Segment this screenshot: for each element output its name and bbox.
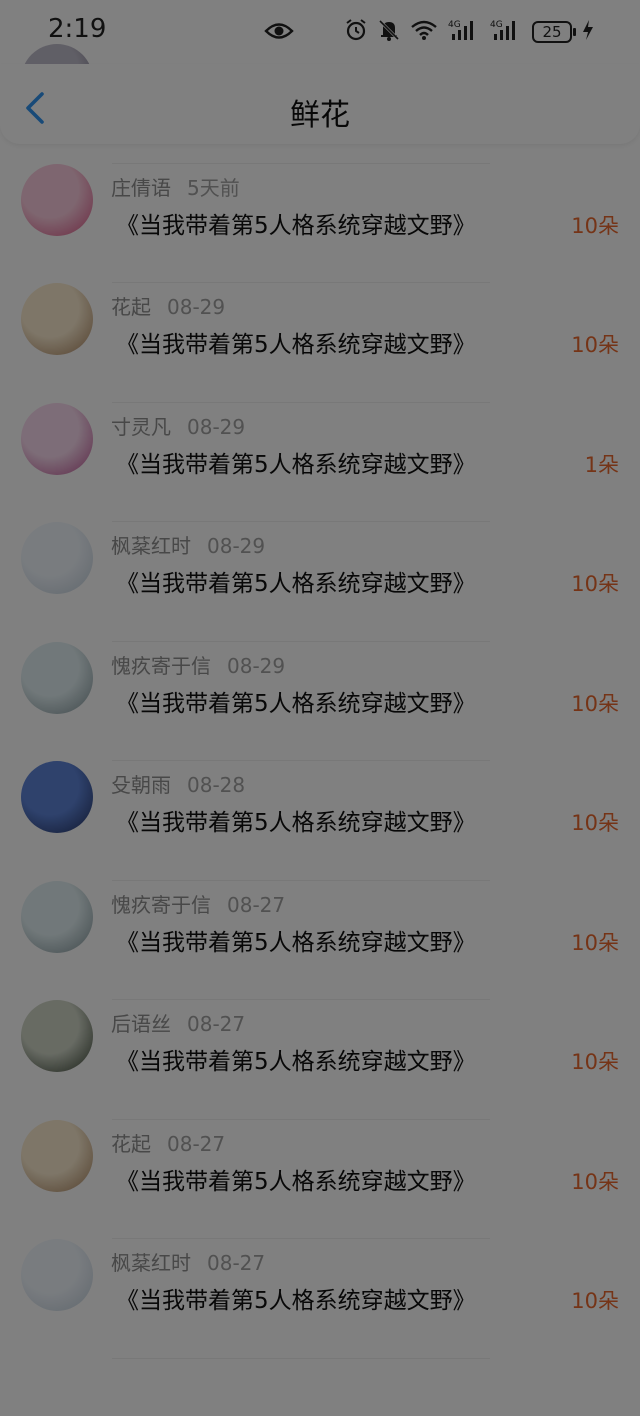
page-title: 鲜花 bbox=[290, 98, 350, 133]
sender-name: 愧疚寄于信 bbox=[111, 653, 211, 678]
avatar[interactable] bbox=[21, 641, 93, 714]
send-date: 08-29 bbox=[187, 414, 246, 439]
send-date: 08-27 bbox=[167, 1131, 226, 1156]
battery-indicator: 25 bbox=[532, 21, 576, 43]
sender-name: 愧疚寄于信 bbox=[111, 892, 211, 917]
avatar[interactable] bbox=[21, 1239, 93, 1311]
sender-meta: 愧疚寄于信 08-29 bbox=[111, 650, 285, 679]
signal-icon-2: 4G bbox=[490, 18, 522, 46]
list-item[interactable]: 庄倩语 5天前 《当我带着第5人格系统穿越文野》 10朵 bbox=[0, 163, 640, 284]
sender-meta: 愧疚寄于信 08-27 bbox=[111, 889, 285, 918]
sender-name: 枫棻红时 bbox=[111, 1251, 191, 1275]
flower-count: 10朵 bbox=[571, 213, 619, 238]
sender-name: 枫棻红时 bbox=[111, 534, 191, 558]
list-item[interactable]: 愧疚寄于信 08-29 《当我带着第5人格系统穿越文野》 10朵 bbox=[0, 641, 640, 762]
page: 2:19 4G 4G 25 庄倩语 5天前 《当我带着第5人格系统穿越文野》 1… bbox=[0, 0, 640, 1416]
sender-meta: 后语丝 08-27 bbox=[111, 1008, 245, 1037]
signal-icon: 4G bbox=[448, 18, 480, 46]
send-date: 08-27 bbox=[207, 1251, 266, 1275]
flower-count: 10朵 bbox=[571, 333, 619, 357]
sender-meta: 花起 08-29 bbox=[111, 291, 225, 320]
sender-name: 殳朝雨 bbox=[111, 773, 171, 797]
avatar[interactable] bbox=[21, 402, 93, 475]
avatar[interactable] bbox=[21, 283, 93, 355]
wifi-icon bbox=[410, 19, 438, 45]
book-title: 《当我带着第5人格系统穿越文野》 bbox=[116, 1049, 476, 1075]
send-date: 08-27 bbox=[227, 892, 286, 917]
send-date: 08-27 bbox=[187, 1012, 246, 1036]
avatar[interactable] bbox=[21, 522, 93, 594]
book-title: 《当我带着第5人格系统穿越文野》 bbox=[116, 810, 476, 836]
send-date: 08-28 bbox=[187, 773, 246, 797]
list-item[interactable]: 殳朝雨 08-28 《当我带着第5人格系统穿越文野》 10朵 bbox=[0, 761, 640, 881]
sender-name: 花起 bbox=[111, 295, 151, 319]
list-item[interactable]: 寸灵凡 08-29 《当我带着第5人格系统穿越文野》 1朵 bbox=[0, 402, 640, 523]
sender-name: 庄倩语 bbox=[111, 175, 171, 200]
sender-meta: 枫棻红时 08-27 bbox=[111, 1247, 265, 1276]
mute-bell-icon bbox=[378, 18, 400, 46]
book-title: 《当我带着第5人格系统穿越文野》 bbox=[116, 212, 476, 239]
avatar[interactable] bbox=[21, 163, 93, 236]
book-title: 《当我带着第5人格系统穿越文野》 bbox=[116, 929, 476, 956]
flower-count: 10朵 bbox=[571, 572, 619, 596]
list-item[interactable]: 花起 08-27 《当我带着第5人格系统穿越文野》 10朵 bbox=[0, 1119, 640, 1240]
sender-meta: 殳朝雨 08-28 bbox=[111, 769, 245, 798]
book-title: 《当我带着第5人格系统穿越文野》 bbox=[116, 451, 476, 478]
send-date: 08-29 bbox=[207, 534, 266, 558]
alarm-icon bbox=[344, 18, 368, 46]
flower-count: 10朵 bbox=[571, 811, 619, 835]
sender-name: 寸灵凡 bbox=[111, 414, 171, 439]
flower-count: 10朵 bbox=[571, 691, 619, 716]
flower-count: 10朵 bbox=[571, 930, 619, 955]
flower-list: 《当我带着第5人格系统穿越文野》 10朵 庄倩语 5天前 《当我带着第5人格系统穿… bbox=[0, 44, 640, 1359]
send-date: 5天前 bbox=[187, 175, 240, 200]
sender-meta: 枫棻红时 08-29 bbox=[111, 530, 265, 559]
avatar[interactable] bbox=[21, 1119, 93, 1192]
status-icons: 4G 4G 25 bbox=[344, 18, 594, 46]
flower-count: 10朵 bbox=[571, 1289, 619, 1313]
book-title: 《当我带着第5人格系统穿越文野》 bbox=[116, 1288, 476, 1314]
list-item[interactable]: 枫棻红时 08-27 《当我带着第5人格系统穿越文野》 10朵 bbox=[0, 1239, 640, 1359]
flower-count: 10朵 bbox=[571, 1050, 619, 1074]
list-item[interactable]: 愧疚寄于信 08-27 《当我带着第5人格系统穿越文野》 10朵 bbox=[0, 880, 640, 1001]
list-item[interactable]: 花起 08-29 《当我带着第5人格系统穿越文野》 10朵 bbox=[0, 283, 640, 403]
avatar[interactable] bbox=[21, 880, 93, 953]
avatar[interactable] bbox=[21, 761, 93, 833]
send-date: 08-29 bbox=[167, 295, 226, 319]
sender-name: 花起 bbox=[111, 1131, 151, 1156]
avatar[interactable] bbox=[21, 1000, 93, 1072]
list-item[interactable]: 枫棻红时 08-29 《当我带着第5人格系统穿越文野》 10朵 bbox=[0, 522, 640, 642]
send-date: 08-29 bbox=[227, 653, 286, 678]
eye-icon bbox=[264, 20, 294, 46]
book-title: 《当我带着第5人格系统穿越文野》 bbox=[116, 690, 476, 717]
charging-icon bbox=[582, 19, 594, 45]
flower-count: 1朵 bbox=[584, 452, 619, 477]
book-title: 《当我带着第5人格系统穿越文野》 bbox=[116, 571, 476, 597]
list-item[interactable]: 后语丝 08-27 《当我带着第5人格系统穿越文野》 10朵 bbox=[0, 1000, 640, 1120]
flower-count: 10朵 bbox=[571, 1169, 619, 1194]
net-label-2: 4G bbox=[490, 20, 503, 30]
status-time: 2:19 bbox=[48, 14, 107, 44]
book-title: 《当我带着第5人格系统穿越文野》 bbox=[116, 1168, 476, 1195]
sender-meta: 庄倩语 5天前 bbox=[111, 172, 240, 201]
sender-meta: 寸灵凡 08-29 bbox=[111, 411, 245, 440]
sender-name: 后语丝 bbox=[111, 1012, 171, 1036]
net-label-1: 4G bbox=[448, 20, 461, 30]
book-title: 《当我带着第5人格系统穿越文野》 bbox=[116, 332, 476, 358]
sender-meta: 花起 08-27 bbox=[111, 1128, 225, 1157]
nav-header: 鲜花 bbox=[0, 64, 640, 144]
